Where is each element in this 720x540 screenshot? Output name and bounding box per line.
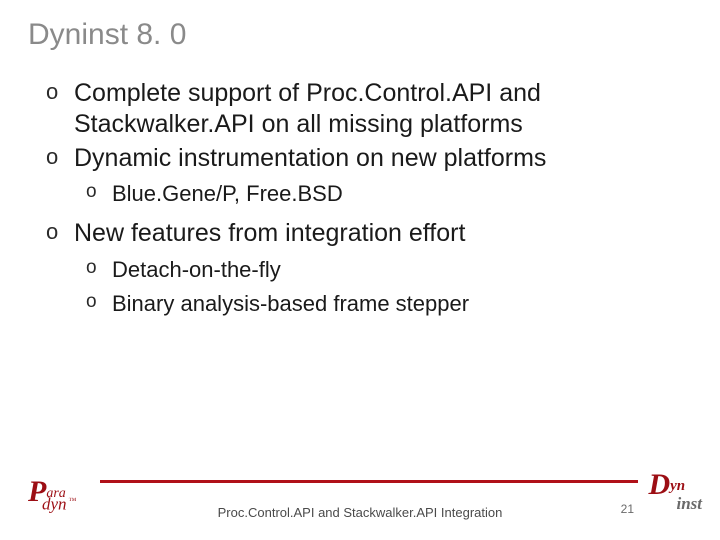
- slide-content: Complete support of Proc.Control.API and…: [28, 78, 692, 319]
- slide-title: Dyninst 8. 0: [28, 18, 692, 52]
- bullet-level1: Dynamic instrumentation on new platforms: [28, 143, 692, 174]
- bullet-level2: Detach-on-the-fly: [28, 256, 692, 285]
- bullet-level1: Complete support of Proc.Control.API and…: [28, 78, 692, 141]
- divider-rule: [100, 480, 638, 483]
- bullet-level1: New features from integration effort: [28, 218, 692, 249]
- footer-text: Proc.Control.API and Stackwalker.API Int…: [0, 505, 720, 520]
- logo-text: ara: [46, 486, 65, 501]
- bullet-level2: Blue.Gene/P, Free.BSD: [28, 180, 692, 209]
- footer: Para dyn™ Proc.Control.API and Stackwalk…: [0, 474, 720, 522]
- logo-text: yn: [670, 478, 685, 494]
- dyninst-logo: Dyn inst: [648, 468, 702, 514]
- trademark-icon: ™: [69, 496, 77, 505]
- logo-letter: D: [648, 468, 670, 501]
- slide: Dyninst 8. 0 Complete support of Proc.Co…: [0, 0, 720, 540]
- page-number: 21: [621, 502, 634, 516]
- bullet-level2: Binary analysis-based frame stepper: [28, 290, 692, 319]
- logo-text: inst: [676, 494, 702, 514]
